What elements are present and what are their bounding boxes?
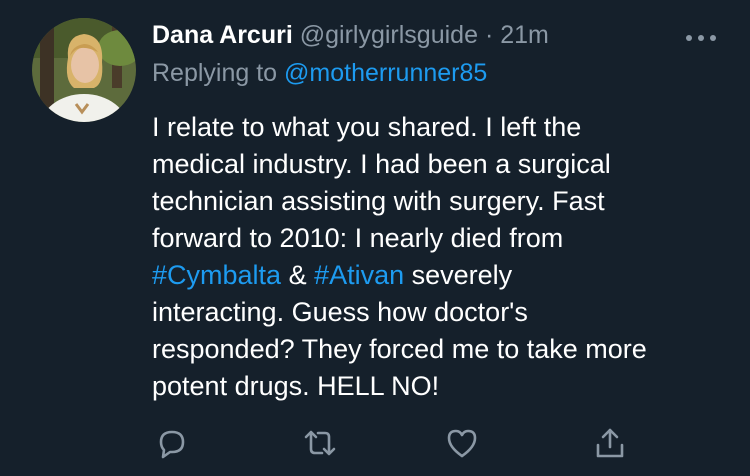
retweet-icon[interactable] <box>302 425 338 461</box>
tweet[interactable]: Dana Arcuri @girlygirlsguide · 21m Reply… <box>0 0 750 476</box>
replying-prefix: Replying to <box>152 59 278 87</box>
replying-to-mention[interactable]: @motherrunner85 <box>284 59 487 87</box>
replying-to: Replying to @motherrunner85 <box>152 57 487 89</box>
tweet-text: I relate to what you shared. I left the … <box>152 109 737 405</box>
author-name[interactable]: Dana Arcuri <box>152 21 293 49</box>
tweet-text-line: technician assisting with surgery. Fast <box>152 186 605 216</box>
share-icon[interactable] <box>592 425 628 461</box>
tweet-text-line: medical industry. I had been a surgical <box>152 149 611 179</box>
ampersand: & <box>281 260 315 290</box>
tweet-text-line: responded? They forced me to take more <box>152 334 647 364</box>
author-handle[interactable]: @girlygirlsguide <box>300 21 478 49</box>
avatar[interactable] <box>32 18 136 122</box>
separator-dot: · <box>484 21 494 49</box>
tweet-text-line: potent drugs. HELL NO! <box>152 371 440 401</box>
tweet-header: Dana Arcuri @girlygirlsguide · 21m <box>152 19 549 51</box>
tweet-text-line: interacting. Guess how doctor's <box>152 297 528 327</box>
tweet-text-fragment: severely <box>404 260 513 290</box>
reply-icon[interactable] <box>153 425 189 461</box>
timestamp[interactable]: 21m <box>500 21 549 49</box>
hashtag-cymbalta[interactable]: #Cymbalta <box>152 260 281 290</box>
tweet-text-line: I relate to what you shared. I left the <box>152 112 582 142</box>
tweet-actions <box>0 425 750 461</box>
tweet-text-line: forward to 2010: I nearly died from <box>152 223 564 253</box>
like-icon[interactable] <box>444 425 480 461</box>
more-horizontal-icon[interactable] <box>684 30 718 41</box>
tweet-text-line: #Cymbalta & #Ativan severely <box>152 257 737 294</box>
hashtag-ativan[interactable]: #Ativan <box>314 260 404 290</box>
